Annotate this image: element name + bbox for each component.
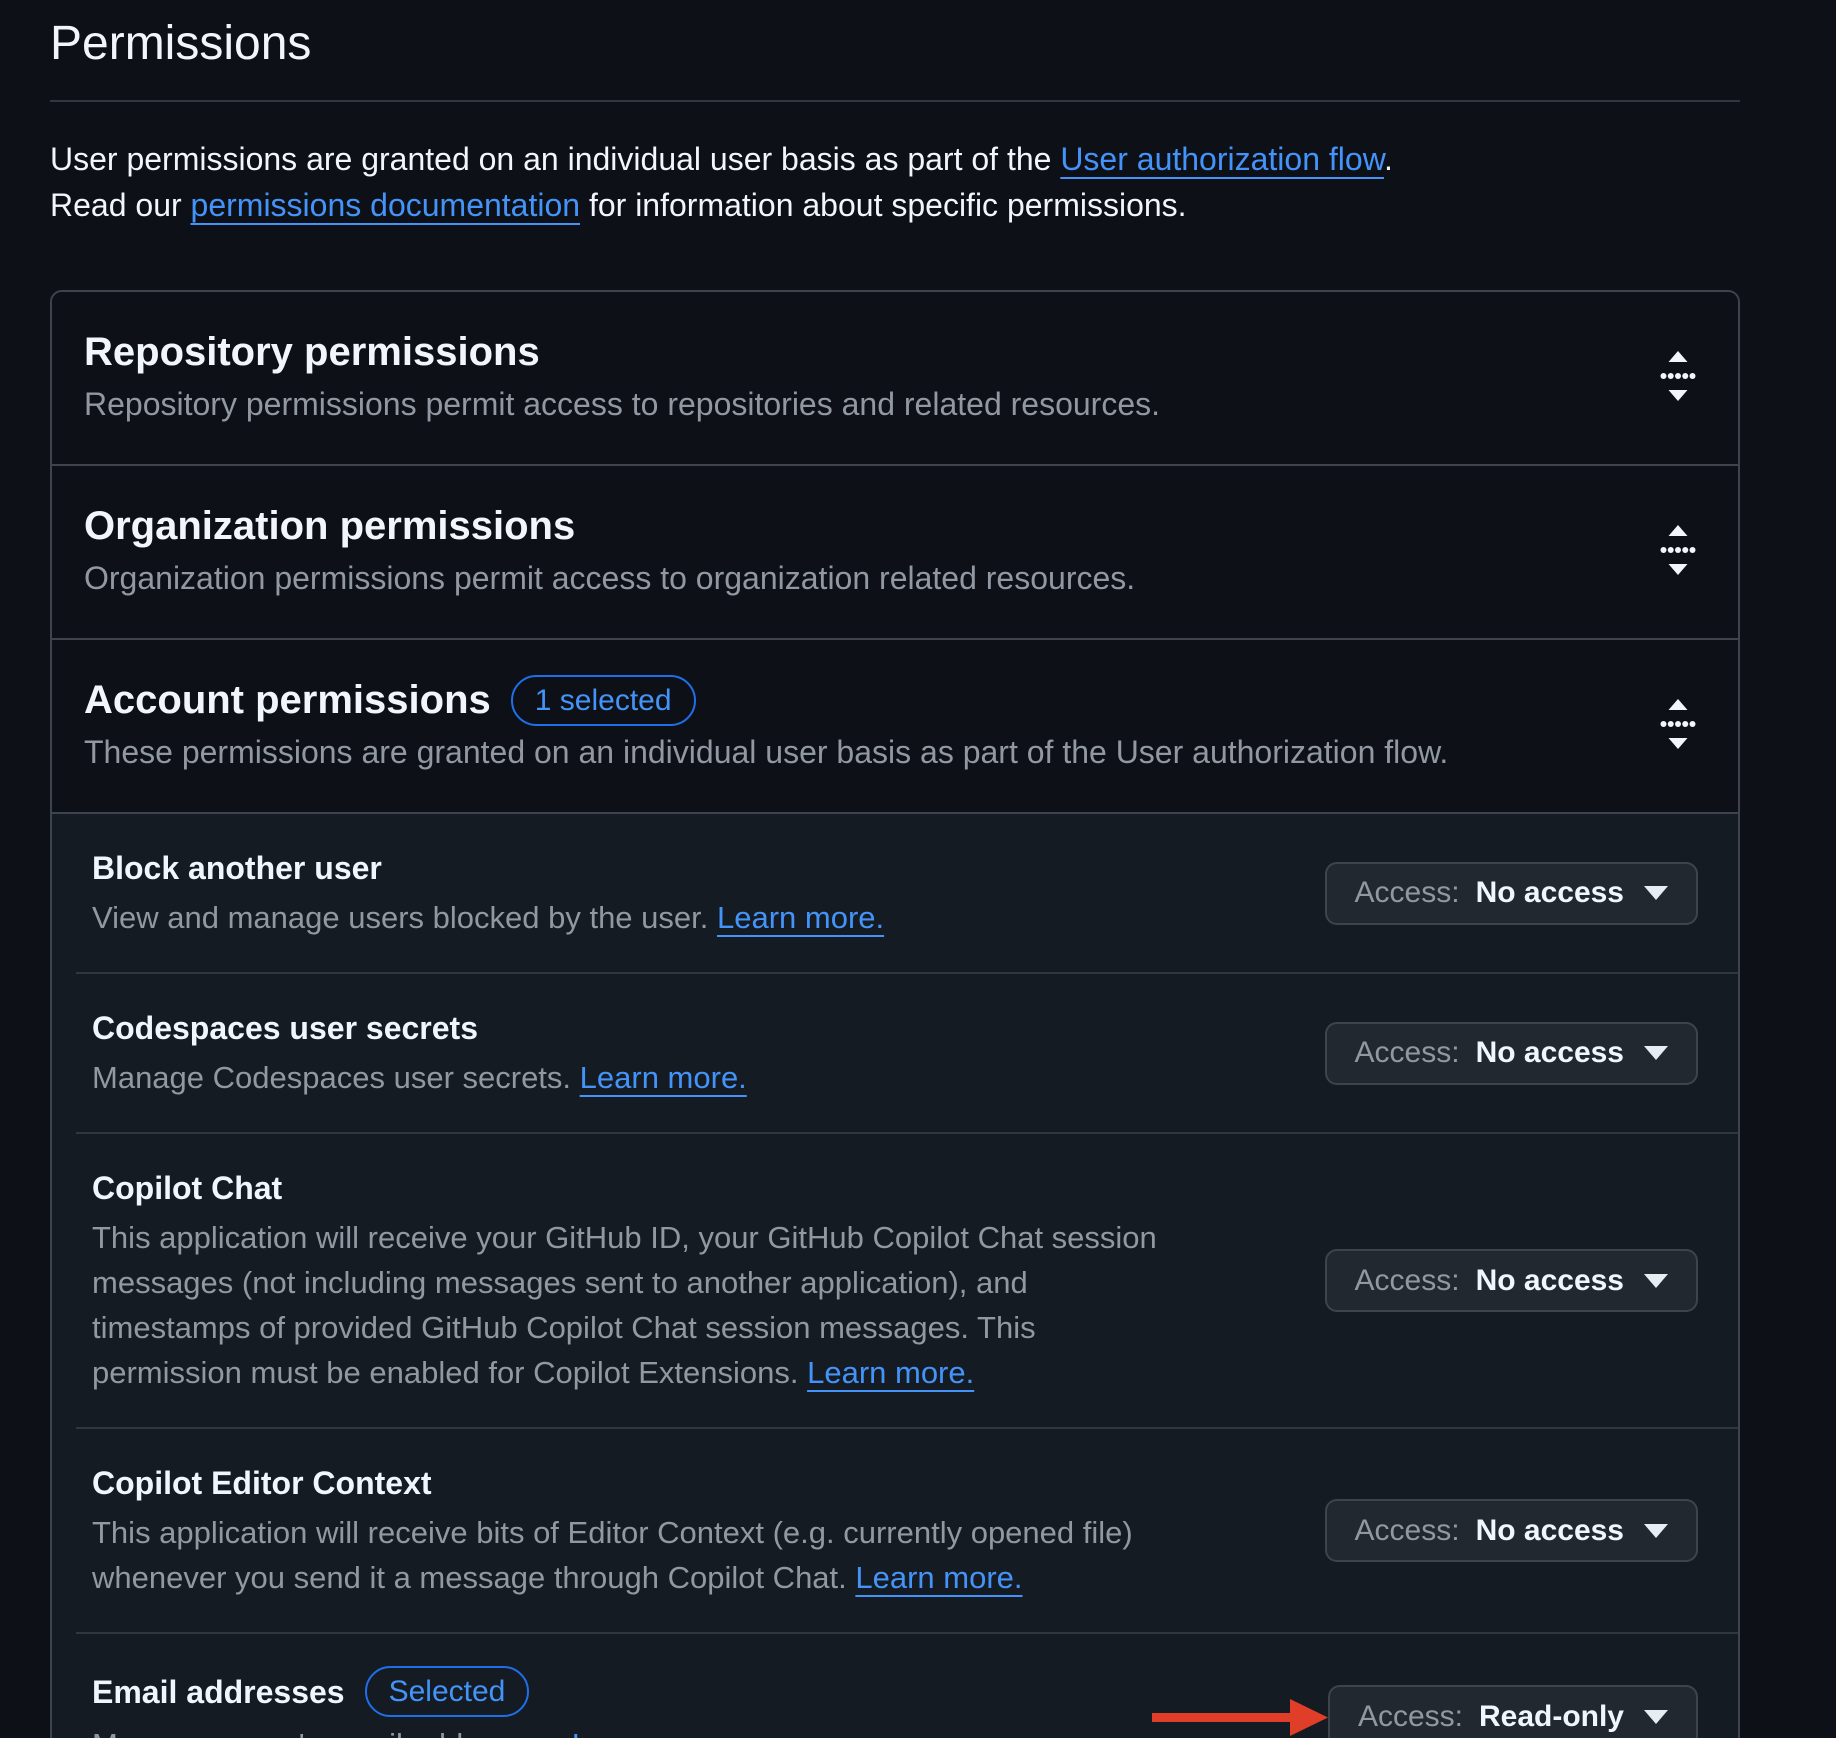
section-repository-permissions: Repository permissions Repository permis… [52, 292, 1738, 464]
caret-down-icon [1644, 886, 1668, 900]
access-value: No access [1476, 1266, 1624, 1296]
intro-line2-rest: for information about specific permissio… [580, 187, 1186, 223]
access-label: Access: [1355, 1266, 1460, 1296]
permission-description: This application will receive your GitHu… [92, 1220, 1157, 1390]
permission-title: Block another user [92, 846, 884, 890]
access-value: No access [1476, 878, 1624, 908]
section-description: Repository permissions permit access to … [84, 382, 1160, 426]
section-description: These permissions are granted on an indi… [84, 730, 1448, 774]
permission-row-email-addresses: Email addresses Selected Manage a user's… [76, 1632, 1738, 1738]
intro-line1-period: . [1384, 141, 1393, 177]
permission-description: Manage Codespaces user secrets. [92, 1060, 580, 1095]
section-description: Organization permissions permit access t… [84, 556, 1135, 600]
red-arrow-annotation-icon [1152, 1697, 1328, 1737]
caret-down-icon [1644, 1274, 1668, 1288]
permissions-documentation-link[interactable]: permissions documentation [191, 187, 581, 223]
access-dropdown-block-another-user[interactable]: Access: No access [1325, 862, 1698, 925]
user-authorization-flow-link[interactable]: User authorization flow [1060, 141, 1384, 177]
section-account-permissions: Account permissions 1 selected These per… [52, 638, 1738, 812]
page-title: Permissions [50, 16, 1740, 72]
account-permission-list: Block another user View and manage users… [52, 812, 1738, 1738]
permission-row-copilot-editor-context: Copilot Editor Context This application … [76, 1427, 1738, 1632]
access-label: Access: [1358, 1702, 1463, 1732]
caret-down-icon [1644, 1524, 1668, 1538]
access-value: Read-only [1479, 1702, 1624, 1732]
caret-down-icon [1644, 1710, 1668, 1724]
grabber-icon[interactable] [1658, 350, 1698, 402]
intro-paragraph: User permissions are granted on an indiv… [50, 136, 1740, 228]
learn-more-link[interactable]: Learn more. [572, 1727, 739, 1738]
grabber-icon[interactable] [1658, 698, 1698, 750]
learn-more-link[interactable]: Learn more. [807, 1355, 974, 1390]
access-value: No access [1476, 1038, 1624, 1068]
grabber-icon[interactable] [1658, 524, 1698, 576]
access-dropdown-copilot-chat[interactable]: Access: No access [1325, 1249, 1698, 1312]
permissions-container: Repository permissions Repository permis… [50, 290, 1740, 1738]
intro-line2-text: Read our [50, 187, 191, 223]
selected-badge: Selected [365, 1666, 530, 1717]
access-dropdown-email-addresses[interactable]: Access: Read-only [1328, 1685, 1698, 1738]
title-divider [50, 100, 1740, 102]
access-dropdown-codespaces-user-secrets[interactable]: Access: No access [1325, 1022, 1698, 1085]
learn-more-link[interactable]: Learn more. [580, 1060, 747, 1095]
access-label: Access: [1355, 1516, 1460, 1546]
permissions-settings-page: Permissions User permissions are granted… [0, 16, 1836, 1738]
section-title: Repository permissions [84, 326, 1160, 378]
section-organization-permissions: Organization permissions Organization pe… [52, 464, 1738, 638]
permission-title: Copilot Editor Context [92, 1461, 1172, 1505]
permission-title: Codespaces user secrets [92, 1006, 747, 1050]
section-title: Organization permissions [84, 500, 1135, 552]
intro-line1-text: User permissions are granted on an indiv… [50, 141, 1060, 177]
learn-more-link[interactable]: Learn more. [717, 900, 884, 935]
access-label: Access: [1355, 878, 1460, 908]
permission-description: View and manage users blocked by the use… [92, 900, 717, 935]
caret-down-icon [1644, 1046, 1668, 1060]
permission-row-copilot-chat: Copilot Chat This application will recei… [76, 1132, 1738, 1427]
access-label: Access: [1355, 1038, 1460, 1068]
learn-more-link[interactable]: Learn more. [855, 1560, 1022, 1595]
access-dropdown-copilot-editor-context[interactable]: Access: No access [1325, 1499, 1698, 1562]
section-title: Account permissions [84, 674, 491, 726]
permission-row-codespaces-user-secrets: Codespaces user secrets Manage Codespace… [76, 972, 1738, 1132]
permission-description: Manage a user's email addresses. [92, 1727, 572, 1738]
permission-title: Email addresses [92, 1670, 345, 1714]
access-value: No access [1476, 1516, 1624, 1546]
permission-title: Copilot Chat [92, 1166, 1172, 1210]
selected-count-badge: 1 selected [511, 675, 696, 726]
permission-row-block-another-user: Block another user View and manage users… [52, 814, 1738, 972]
